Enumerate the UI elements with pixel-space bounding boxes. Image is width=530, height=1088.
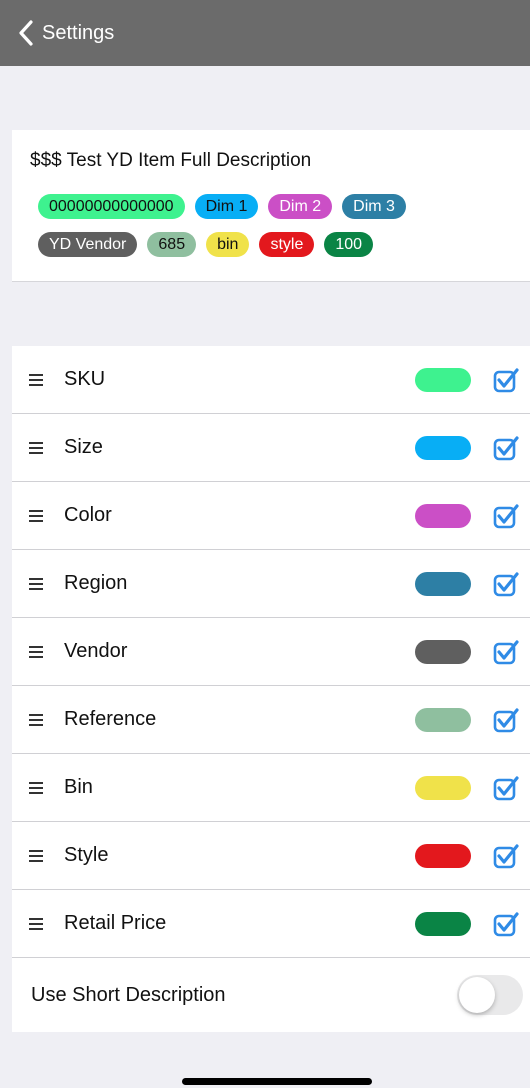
toggle-knob bbox=[459, 977, 495, 1013]
tag-pill: Dim 3 bbox=[342, 194, 406, 219]
drag-handle-icon[interactable] bbox=[29, 441, 43, 454]
drag-handle-icon[interactable] bbox=[29, 713, 43, 726]
field-label: Region bbox=[64, 572, 128, 594]
tag-row-2: YD Vendor 685 bin style 100 bbox=[38, 232, 374, 257]
checkbox-checked-icon[interactable] bbox=[493, 571, 519, 597]
field-label: Reference bbox=[64, 708, 157, 730]
drag-handle-icon[interactable] bbox=[29, 917, 43, 930]
checkbox-checked-icon[interactable] bbox=[493, 503, 519, 529]
drag-handle-icon[interactable] bbox=[29, 373, 43, 386]
field-row-color[interactable]: Color bbox=[12, 482, 530, 550]
chevron-left-icon bbox=[19, 20, 33, 46]
color-swatch[interactable] bbox=[415, 911, 471, 936]
field-label: Style bbox=[64, 844, 109, 866]
color-swatch[interactable] bbox=[415, 367, 471, 392]
checkbox-checked-icon[interactable] bbox=[493, 707, 519, 733]
field-label: SKU bbox=[64, 368, 106, 390]
field-label: Color bbox=[64, 504, 112, 526]
tag-pill: 685 bbox=[147, 232, 197, 257]
color-swatch[interactable] bbox=[415, 843, 471, 868]
checkbox-checked-icon[interactable] bbox=[493, 775, 519, 801]
field-row-retail-price[interactable]: Retail Price bbox=[12, 890, 530, 958]
short-description-label: Use Short Description bbox=[31, 984, 226, 1006]
color-swatch[interactable] bbox=[415, 775, 471, 800]
drag-handle-icon[interactable] bbox=[29, 781, 43, 794]
home-indicator bbox=[182, 1078, 372, 1085]
tag-pill: bin bbox=[206, 232, 250, 257]
checkbox-checked-icon[interactable] bbox=[493, 367, 519, 393]
field-label: Size bbox=[64, 436, 103, 458]
field-label: Retail Price bbox=[64, 912, 167, 934]
back-button-label: Settings bbox=[42, 21, 115, 44]
short-description-row: Use Short Description bbox=[12, 958, 530, 1032]
checkbox-checked-icon[interactable] bbox=[493, 843, 519, 869]
drag-handle-icon[interactable] bbox=[29, 509, 43, 522]
field-label: Vendor bbox=[64, 640, 128, 662]
drag-handle-icon[interactable] bbox=[29, 577, 43, 590]
field-row-bin[interactable]: Bin bbox=[12, 754, 530, 822]
field-row-style[interactable]: Style bbox=[12, 822, 530, 890]
checkbox-checked-icon[interactable] bbox=[493, 911, 519, 937]
back-button[interactable]: Settings bbox=[0, 0, 114, 66]
field-row-sku[interactable]: SKU bbox=[12, 346, 530, 414]
color-swatch[interactable] bbox=[415, 571, 471, 596]
short-description-toggle[interactable] bbox=[457, 975, 523, 1015]
tag-pill: style bbox=[259, 232, 315, 257]
tag-row-1: 00000000000000 Dim 1 Dim 2 Dim 3 bbox=[38, 194, 406, 219]
tag-pill: 00000000000000 bbox=[38, 194, 185, 219]
item-description: $$$ Test YD Item Full Description bbox=[30, 150, 312, 171]
color-swatch[interactable] bbox=[415, 435, 471, 460]
checkbox-checked-icon[interactable] bbox=[493, 435, 519, 461]
field-row-reference[interactable]: Reference bbox=[12, 686, 530, 754]
color-swatch[interactable] bbox=[415, 503, 471, 528]
field-list: SKU Size Color Region Vendor Reference Bin Styl… bbox=[12, 346, 530, 958]
color-swatch[interactable] bbox=[415, 707, 471, 732]
tag-pill: YD Vendor bbox=[38, 232, 138, 257]
field-row-vendor[interactable]: Vendor bbox=[12, 618, 530, 686]
navigation-bar: Settings bbox=[0, 0, 530, 66]
item-preview-card: $$$ Test YD Item Full Description 000000… bbox=[12, 130, 530, 282]
field-row-size[interactable]: Size bbox=[12, 414, 530, 482]
tag-pill: Dim 2 bbox=[268, 194, 333, 219]
color-swatch[interactable] bbox=[415, 639, 471, 664]
tag-pill: 100 bbox=[324, 232, 374, 257]
drag-handle-icon[interactable] bbox=[29, 849, 43, 862]
drag-handle-icon[interactable] bbox=[29, 645, 43, 658]
tag-pill: Dim 1 bbox=[194, 194, 259, 219]
checkbox-checked-icon[interactable] bbox=[493, 639, 519, 665]
field-row-region[interactable]: Region bbox=[12, 550, 530, 618]
field-label: Bin bbox=[64, 776, 93, 798]
